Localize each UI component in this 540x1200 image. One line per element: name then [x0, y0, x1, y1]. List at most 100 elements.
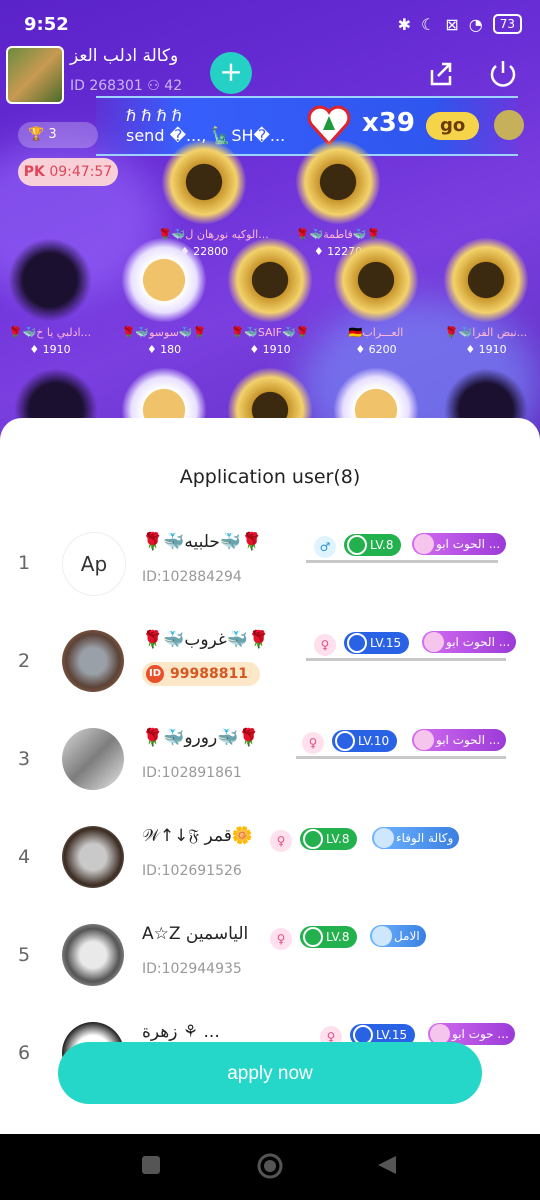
mic-seat[interactable]: 🌹🐳نبض الفرا... ♦ 1910	[440, 238, 532, 356]
family-badge: الحوت ابو ...	[412, 533, 507, 555]
level-label: LV.8	[370, 538, 394, 552]
level-label: LV.10	[358, 734, 390, 748]
banner-line-1: ℏ ℏ ℏ ℏ	[126, 106, 182, 125]
family-label: وكالة الوفاء	[396, 831, 454, 845]
row-number: 4	[17, 846, 31, 868]
row-number: 5	[17, 944, 31, 966]
list-item[interactable]: 5 A☆Z الياسمين ♀ LV.8 الامل ID:102944935	[0, 906, 540, 1004]
level-label: LV.8	[326, 832, 350, 846]
vip-id-value: 99988811	[170, 666, 248, 682]
seat-gift-count: 1910	[262, 343, 291, 356]
status-time: 9:52	[24, 14, 69, 35]
seat-gift-count: 1910	[42, 343, 71, 356]
level-gem-icon	[335, 731, 355, 751]
mic-seat[interactable]: 🌹🐳SAIF🐳🌹 ♦ 1910	[224, 238, 316, 356]
level-label: LV.15	[370, 636, 402, 650]
user-nickname: 𝒲↑↓𝔉 قمر🌼	[142, 826, 253, 846]
sheet-title: Application user(8)	[179, 466, 361, 488]
level-gem-icon	[303, 829, 323, 849]
seat-gifts: ♦ 1910	[465, 343, 507, 356]
avatar[interactable]: Ap	[62, 532, 126, 596]
list-item[interactable]: 2 🌹🐳غروب🐳🌹 ♀ LV.15 الحوت ابو ... ID 99988…	[0, 612, 540, 710]
female-gender-icon: ♀	[270, 830, 292, 852]
level-gem-icon	[347, 633, 367, 653]
user-nickname: A☆Z الياسمين	[142, 924, 249, 944]
list-item[interactable]: 4 𝒲↑↓𝔉 قمر🌼 ♀ LV.8 وكالة الوفاء ID:10269…	[0, 808, 540, 906]
row-number: 6	[17, 1042, 31, 1064]
user-nickname: زهرة ⚘ ...	[142, 1022, 220, 1042]
family-crest-icon	[414, 534, 434, 554]
application-users-sheet: Application user(8) 1 Ap 🌹🐳حلبيه🐳🌹 ♂ LV.…	[0, 418, 540, 1134]
back-icon[interactable]	[376, 1154, 398, 1176]
gift-multiplier: x39	[362, 108, 415, 138]
divider	[306, 658, 506, 661]
vip-id-icon: ID	[146, 665, 164, 683]
mic-seat[interactable]: 🌹🐳سوسو🐳🌹 ♦ 180	[118, 238, 210, 356]
pk-timer-badge[interactable]: PK 09:47:57	[18, 158, 118, 186]
home-icon[interactable]	[256, 1152, 284, 1180]
recent-apps-icon[interactable]	[140, 1154, 162, 1176]
list-item[interactable]: 3 🌹🐳رورو🐳🌹 ♀ LV.10 الحوت ابو ... ID:1028…	[0, 710, 540, 808]
seat-gifts: ♦ 1910	[29, 343, 71, 356]
family-crest-icon	[430, 1024, 450, 1044]
share-icon[interactable]	[424, 56, 458, 90]
online-count: 42	[164, 78, 183, 94]
family-label: الحوت ابو ...	[436, 537, 501, 551]
family-crest-icon	[374, 828, 394, 848]
seat-avatar-frame	[296, 140, 380, 224]
family-label: حوت ابو ...	[452, 1027, 509, 1041]
room-avatar[interactable]	[6, 46, 64, 104]
seat-name: 🌹🐳SAIF🐳🌹	[230, 326, 310, 339]
follow-room-button[interactable]: +	[210, 52, 252, 94]
voice-room-background: 9:52 ✱ ☾ ⊠ ◔ 73 وكالة ادلب العز ID 26830…	[0, 0, 540, 470]
user-nickname: 🌹🐳غروب🐳🌹	[142, 630, 270, 650]
female-gender-icon: ♀	[270, 928, 292, 950]
mic-seat[interactable]: 🇩🇪العـــراب ♦ 6200	[330, 238, 422, 356]
mic-seat[interactable]: 🌹🐳ادلبي يا خ... ♦ 1910	[4, 238, 96, 356]
room-id: ID 268301 ⚇ 42	[70, 78, 182, 94]
seat-avatar-frame	[228, 238, 312, 322]
level-label: LV.8	[326, 930, 350, 944]
divider	[296, 756, 506, 759]
pk-timer: 09:47:57	[49, 164, 113, 180]
seat-avatar-frame	[334, 238, 418, 322]
family-badge: الحوت ابو ...	[412, 729, 507, 751]
avatar[interactable]	[62, 630, 124, 692]
female-gender-icon: ♀	[314, 634, 336, 656]
apply-now-button[interactable]: apply now	[58, 1042, 482, 1104]
level-badge: LV.10	[332, 730, 398, 752]
avatar[interactable]	[62, 924, 124, 986]
row-number: 3	[17, 748, 31, 770]
seat-gifts: ♦ 1910	[249, 343, 291, 356]
status-bar: 9:52 ✱ ☾ ⊠ ◔ 73	[0, 0, 540, 50]
seat-gifts: ♦ 6200	[355, 343, 397, 356]
level-badge: LV.8	[300, 828, 358, 850]
family-crest-icon	[414, 730, 434, 750]
family-label: الحوت ابو ...	[436, 733, 501, 747]
seat-gifts: ♦ 180	[146, 343, 182, 356]
system-navigation-bar	[0, 1134, 540, 1200]
bluetooth-icon: ✱	[397, 14, 411, 34]
family-label: الحوت ابو ...	[446, 635, 511, 649]
power-exit-icon[interactable]	[486, 56, 520, 90]
avatar[interactable]	[62, 728, 124, 790]
divider	[306, 560, 498, 563]
go-button[interactable]: go	[426, 112, 480, 140]
seat-avatar-frame	[8, 238, 92, 322]
seat-gift-count: 180	[160, 343, 182, 356]
family-badge: الحوت ابو ...	[422, 631, 517, 653]
seat-avatar-frame	[162, 140, 246, 224]
user-nickname: 🌹🐳رورو🐳🌹	[142, 728, 260, 748]
seat-gift-count: 6200	[368, 343, 397, 356]
room-id-text: ID 268301	[70, 78, 143, 94]
seat-gift-count: 1910	[478, 343, 507, 356]
seat-name: 🌹🐳نبض الفرا...	[444, 326, 528, 339]
list-item[interactable]: 1 Ap 🌹🐳حلبيه🐳🌹 ♂ LV.8 الحوت ابو ... ID:1…	[0, 514, 540, 612]
row-number: 2	[17, 650, 31, 672]
user-id: ID:102891861	[142, 765, 242, 781]
level-badge: LV.8	[344, 534, 402, 556]
seat-avatar-frame	[122, 238, 206, 322]
banner-badge-icon	[494, 110, 524, 140]
room-rank-chip[interactable]: 🏆 3	[18, 122, 98, 148]
avatar[interactable]	[62, 826, 124, 888]
